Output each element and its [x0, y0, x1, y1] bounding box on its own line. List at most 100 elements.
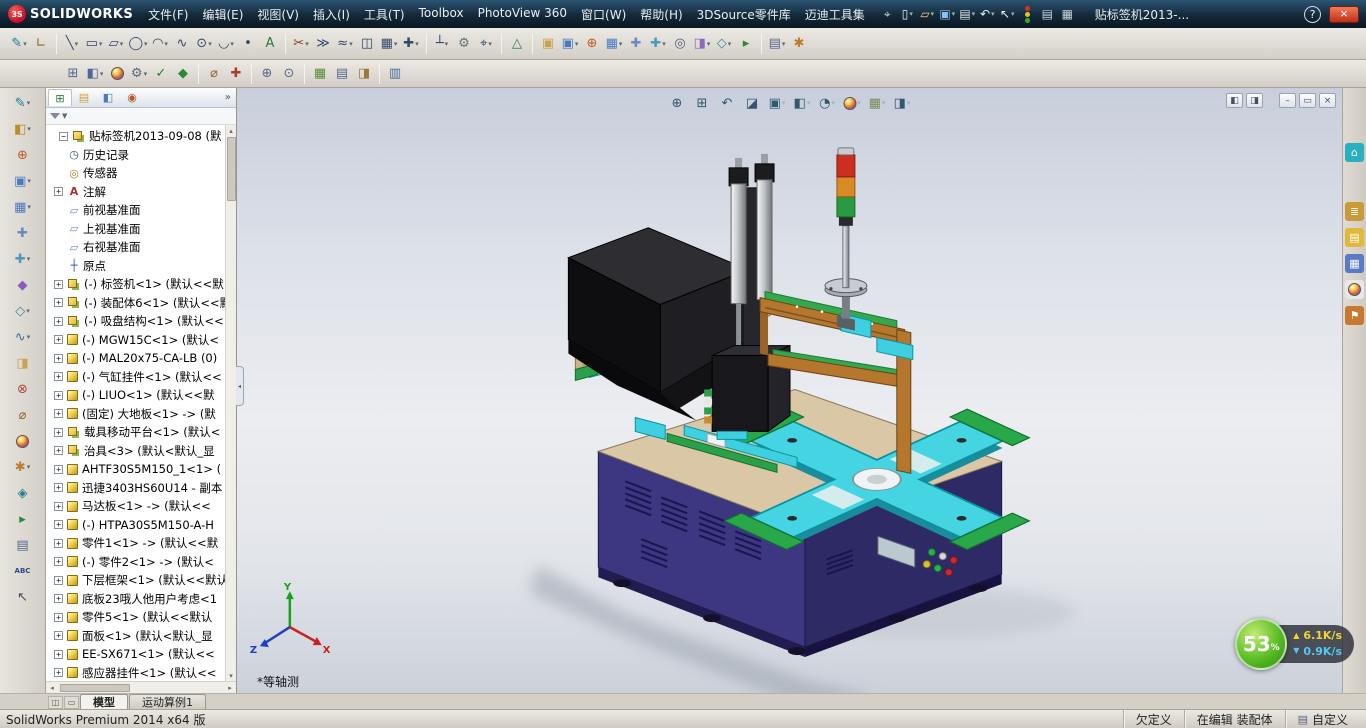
- view-settings-icon[interactable]: ◨ ▾: [891, 93, 913, 113]
- dropdown-arrow-icon[interactable]: ▾: [75, 40, 79, 48]
- edit-component-button[interactable]: ▣: [537, 32, 559, 55]
- pane-split-right-icon[interactable]: ◨: [1246, 93, 1263, 108]
- model-canvas[interactable]: Y X Z: [237, 88, 1342, 693]
- dropdown-arrow-icon[interactable]: ▾: [909, 10, 913, 18]
- scroll-left-icon[interactable]: ◂: [46, 684, 58, 692]
- featuremanager-tab[interactable]: ⊞: [48, 89, 72, 106]
- offset-entities-button[interactable]: ≈ ▾: [334, 32, 356, 55]
- spelling-button[interactable]: ABC: [3, 558, 43, 584]
- toolbox-browser-button[interactable]: ▦: [1058, 4, 1077, 24]
- insert-component-button[interactable]: ▣ ▾: [3, 168, 43, 194]
- smart-dimension-button[interactable]: ∟: [30, 32, 52, 55]
- close-button[interactable]: ×: [1329, 5, 1359, 23]
- trim-entities-button[interactable]: ✂ ▾: [290, 32, 312, 55]
- tree-expander[interactable]: +: [54, 520, 63, 530]
- tree-item[interactable]: + (-) 吸盘结构<1> (默认<<: [46, 312, 225, 331]
- tree-expander[interactable]: +: [54, 353, 63, 363]
- scroll-right-icon[interactable]: ▸: [224, 684, 236, 692]
- edit-sketch-button[interactable]: ✎ ▾: [3, 90, 43, 116]
- menu-item-1[interactable]: 编辑(E): [195, 2, 250, 27]
- linear-component-pattern-button[interactable]: ▦ ▾: [603, 32, 625, 55]
- tree-expander[interactable]: +: [54, 316, 63, 326]
- window-layout-button[interactable]: ⊞: [62, 62, 84, 85]
- tree-item[interactable]: +┼原点: [46, 257, 225, 276]
- dropdown-arrow-icon[interactable]: ▾: [662, 40, 666, 48]
- tree-item[interactable]: +▱前视基准面: [46, 201, 225, 220]
- tree-expander[interactable]: +: [54, 575, 63, 585]
- dropdown-arrow-icon[interactable]: ▾: [99, 40, 103, 48]
- horizontal-scroll-thumb[interactable]: [60, 683, 130, 692]
- tree-expander[interactable]: +: [54, 390, 63, 400]
- circle-button[interactable]: ◯ ▾: [127, 32, 149, 55]
- file-explorer-icon[interactable]: ▤: [1345, 228, 1364, 247]
- menu-item-8[interactable]: 帮助(H): [633, 2, 689, 27]
- open-button[interactable]: ▱ ▾: [918, 4, 937, 24]
- dropdown-arrow-icon[interactable]: ▾: [305, 40, 309, 48]
- tree-item[interactable]: + 感应器挂件<1> (默认<<: [46, 664, 225, 682]
- splitter-vertical-button[interactable]: ▭: [64, 696, 79, 709]
- measure-button[interactable]: ⌀: [203, 62, 225, 85]
- tree-expander[interactable]: +: [54, 538, 63, 548]
- tree-item[interactable]: + (-) MAL20x75-CA-LB (0): [46, 349, 225, 368]
- line-button[interactable]: ╲ ▾: [61, 32, 83, 55]
- doc-close-button[interactable]: ×: [1319, 93, 1336, 108]
- display-relations-button[interactable]: ┴ ▾: [431, 32, 453, 55]
- menu-item-3[interactable]: 插入(I): [306, 2, 357, 27]
- splitter-horizontal-button[interactable]: ◫: [48, 696, 63, 709]
- dropdown-arrow-icon[interactable]: ▾: [27, 333, 31, 341]
- solidworks-resources-icon[interactable]: ⌂: [1345, 143, 1364, 162]
- tree-item[interactable]: + 下层框架<1> (默认<<默认: [46, 571, 225, 590]
- tree-item[interactable]: +◎传感器: [46, 164, 225, 183]
- menu-item-4[interactable]: 工具(T): [357, 2, 412, 27]
- smart-components-button[interactable]: ◆: [3, 272, 43, 298]
- pin-icon[interactable]: ⌖: [878, 4, 897, 24]
- tree-item[interactable]: + (-) 标签机<1> (默认<<默: [46, 275, 225, 294]
- tree-item[interactable]: + (-) LIUO<1> (默认<<默: [46, 386, 225, 405]
- sketch-fillet-button[interactable]: ◡ ▾: [215, 32, 237, 55]
- bill-of-materials-button[interactable]: ▤ ▾: [766, 32, 788, 55]
- dropdown-arrow-icon[interactable]: ▾: [164, 40, 168, 48]
- tree-horizontal-scrollbar[interactable]: ◂ ▸: [46, 681, 236, 693]
- appearances-tool-button[interactable]: [3, 428, 43, 454]
- curves-button[interactable]: ∿ ▾: [3, 324, 43, 350]
- dropdown-arrow-icon[interactable]: ▾: [619, 40, 623, 48]
- dropdown-arrow-icon[interactable]: ▾: [144, 40, 148, 48]
- tree-item[interactable]: + A 注解: [46, 183, 225, 202]
- zoom-button[interactable]: ⊕: [256, 62, 278, 85]
- measure-tool-button[interactable]: ⌀: [3, 402, 43, 428]
- panel-expand-chevron[interactable]: »: [225, 92, 234, 103]
- print-preview-button[interactable]: ▤: [331, 62, 353, 85]
- tree-expander[interactable]: +: [54, 335, 63, 345]
- file-properties-button[interactable]: ▤: [1038, 4, 1057, 24]
- reference-geometry-tool-button[interactable]: ◇ ▾: [3, 298, 43, 324]
- help-book-button[interactable]: ▥: [384, 62, 406, 85]
- tree-expander[interactable]: +: [54, 427, 63, 437]
- tree-item[interactable]: + (固定) 大地板<1> -> (默: [46, 405, 225, 424]
- menu-item-2[interactable]: 视图(V): [250, 2, 306, 27]
- vertical-scroll-thumb[interactable]: [226, 137, 236, 201]
- tree-item[interactable]: + 零件1<1> -> (默认<<默: [46, 534, 225, 553]
- bom-tool-button[interactable]: ▤: [3, 532, 43, 558]
- dropdown-arrow-icon[interactable]: ▾: [728, 40, 732, 48]
- tree-expander[interactable]: +: [54, 483, 63, 493]
- text-button[interactable]: A: [259, 32, 281, 55]
- dropdown-arrow-icon[interactable]: ▾: [27, 463, 31, 471]
- dropdown-arrow-icon[interactable]: ▾: [831, 99, 835, 107]
- tree-item[interactable]: + (-) 零件2<1> -> (默认<: [46, 553, 225, 572]
- model-signal-tower[interactable]: [824, 147, 868, 331]
- smart-fasteners-button[interactable]: ✚: [625, 32, 647, 55]
- dropdown-arrow-icon[interactable]: ▾: [23, 40, 27, 48]
- tree-item[interactable]: + (-) MGW15C<1> (默认<: [46, 331, 225, 350]
- dropdown-arrow-icon[interactable]: ▾: [230, 40, 234, 48]
- component-pattern-button[interactable]: ▦ ▾: [3, 194, 43, 220]
- select-button[interactable]: ↖ ▾: [998, 4, 1017, 24]
- graphics-viewport[interactable]: Y X Z ⊕ ⊞ ↶ ◪ ▣ ▾ ◧ ▾ ◔ ▾ ▾ ▦ ▾ ◨ ▾ ◧ ◨ – ▭ × *等轴测: [237, 88, 1342, 693]
- view-palette-icon[interactable]: ▦: [1345, 254, 1364, 273]
- dropdown-arrow-icon[interactable]: ▾: [972, 10, 976, 18]
- dropdown-arrow-icon[interactable]: ▾: [707, 40, 711, 48]
- dropdown-arrow-icon[interactable]: ▾: [931, 10, 935, 18]
- spell-check-button[interactable]: ✓: [150, 62, 172, 85]
- dropdown-arrow-icon[interactable]: ▾: [27, 99, 31, 107]
- tree-item[interactable]: + 治具<3> (默认<默认_显: [46, 442, 225, 461]
- repair-sketch-button[interactable]: ⚙: [453, 32, 475, 55]
